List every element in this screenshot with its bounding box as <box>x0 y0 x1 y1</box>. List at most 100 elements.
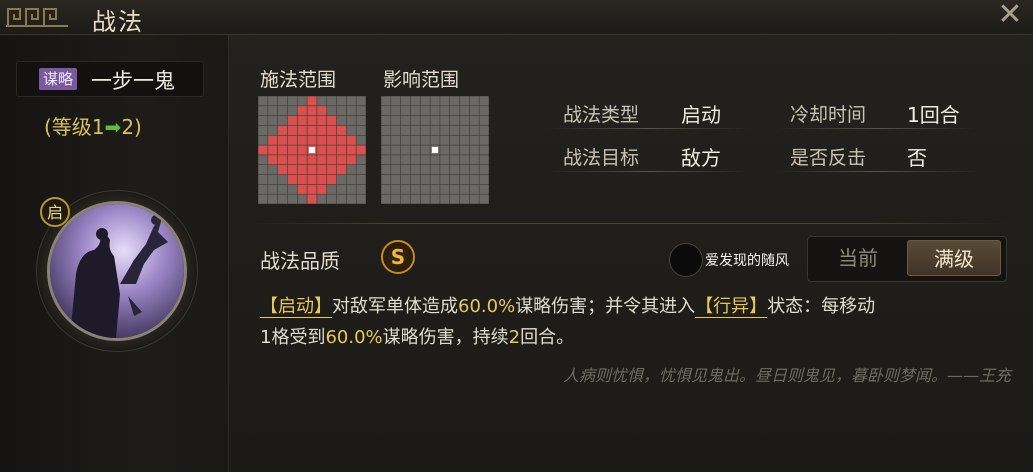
grid-range-cell <box>317 125 327 135</box>
grid-cell <box>400 194 411 204</box>
grid-range-cell <box>346 155 356 165</box>
skill-detail-panel: 施法范围 影响范围 战法类型 启动 战法目标 敌方 冷却时间 1回合 是否反击 … <box>229 35 1033 472</box>
grid-cell <box>410 96 420 106</box>
grid-cell <box>469 106 479 116</box>
grid-cell <box>430 165 440 175</box>
grid-cell <box>430 106 440 116</box>
duration-turns: 2 <box>508 327 521 348</box>
grid-cell <box>268 125 278 135</box>
grid-cell <box>268 174 278 185</box>
grid-cell <box>400 174 411 185</box>
grid-range-cell <box>287 125 297 135</box>
grid-range-cell <box>268 145 278 155</box>
grid-cell <box>420 106 430 116</box>
grid-range-cell <box>307 125 317 135</box>
grid-cell <box>479 194 489 204</box>
divider <box>777 128 977 129</box>
grid-cell <box>400 96 411 106</box>
grid-range-cell <box>287 115 297 126</box>
grid-cell <box>327 184 337 194</box>
grid-cell <box>346 194 356 204</box>
grid-cell <box>277 115 288 126</box>
status-tag[interactable]: 【行异】 <box>695 296 768 318</box>
grid-cell <box>287 96 297 106</box>
grid-cell <box>420 165 430 175</box>
grid-range-cell <box>277 145 288 155</box>
grid-cell <box>356 165 366 175</box>
grid-range-cell <box>297 165 307 175</box>
tab-current[interactable]: 当前 <box>811 240 905 276</box>
grid-range-cell <box>307 184 317 194</box>
grid-cell <box>459 115 470 126</box>
grid-range-cell <box>346 145 356 155</box>
grid-cell <box>391 174 401 185</box>
grid-cell <box>410 135 420 145</box>
grid-cell <box>450 96 460 106</box>
grid-cell <box>420 125 430 135</box>
desc-text: 谋略伤害；并令其进入 <box>515 296 696 317</box>
grid-range-cell <box>346 135 356 145</box>
grid-range-cell <box>327 115 337 126</box>
grid-cell <box>450 194 460 204</box>
grid-cell <box>450 135 460 145</box>
grid-cell <box>410 194 420 204</box>
grid-cell <box>277 184 288 194</box>
grid-cell <box>391 96 401 106</box>
grid-range-cell <box>297 125 307 135</box>
grid-cell <box>346 125 356 135</box>
grid-cell <box>336 96 347 106</box>
grid-range-cell <box>327 125 337 135</box>
grid-cell <box>440 125 450 135</box>
tab-max-level[interactable]: 满级 <box>907 240 1001 276</box>
grid-cell <box>410 174 420 185</box>
grid-cell <box>391 194 401 204</box>
grid-cell <box>400 155 411 165</box>
grid-cell <box>297 96 307 106</box>
grid-cell <box>410 165 420 175</box>
grid-cell <box>258 174 268 185</box>
grid-cell <box>346 174 356 185</box>
grid-cell <box>479 96 489 106</box>
grid-cell <box>420 194 430 204</box>
grid-cell <box>469 165 479 175</box>
grid-cell <box>459 174 470 185</box>
grid-cell <box>450 174 460 185</box>
skill-type-label: 战法类型 <box>563 104 640 126</box>
grid-range-cell <box>277 155 288 165</box>
section-divider <box>249 223 1009 224</box>
grid-cell <box>400 165 411 175</box>
title-bar: 战法 ✕ <box>0 0 1033 36</box>
grid-cell <box>327 96 337 106</box>
divider <box>549 171 749 172</box>
grid-cell <box>459 165 470 175</box>
grid-range-cell <box>307 96 317 106</box>
grid-cell <box>277 106 288 116</box>
grid-cell <box>410 125 420 135</box>
grid-cell <box>479 145 489 155</box>
desc-text: 谋略伤害，持续 <box>382 327 509 348</box>
grid-cell <box>479 155 489 165</box>
grid-cell <box>268 184 278 194</box>
grid-cell <box>469 155 479 165</box>
grid-cell <box>356 115 366 126</box>
grid-range-cell <box>317 135 327 145</box>
grid-range-cell <box>327 145 337 155</box>
flavor-quote: 人病则忧惧，忧惧见鬼出。昼日则鬼见，暮卧则梦闻。——王充 <box>562 366 1011 385</box>
skill-description: 【启动】对敌军单体造成60.0%谋略伤害；并令其进入【行异】状态：每移动 1格受到… <box>260 291 1020 353</box>
grid-range-cell <box>277 125 288 135</box>
grid-cell <box>391 165 401 175</box>
grid-cell <box>258 165 268 175</box>
grid-range-cell <box>307 135 317 145</box>
grid-center-cell <box>308 146 316 154</box>
grid-range-cell <box>317 174 327 185</box>
grid-range-cell <box>297 135 307 145</box>
grid-cell <box>469 184 479 194</box>
close-icon[interactable]: ✕ <box>995 0 1025 30</box>
grid-range-cell <box>268 135 278 145</box>
grid-cell <box>258 125 268 135</box>
grid-cell <box>346 106 356 116</box>
grid-cell <box>459 194 470 204</box>
grid-cell <box>381 184 391 194</box>
grid-range-cell <box>287 145 297 155</box>
grid-range-cell <box>287 174 297 185</box>
